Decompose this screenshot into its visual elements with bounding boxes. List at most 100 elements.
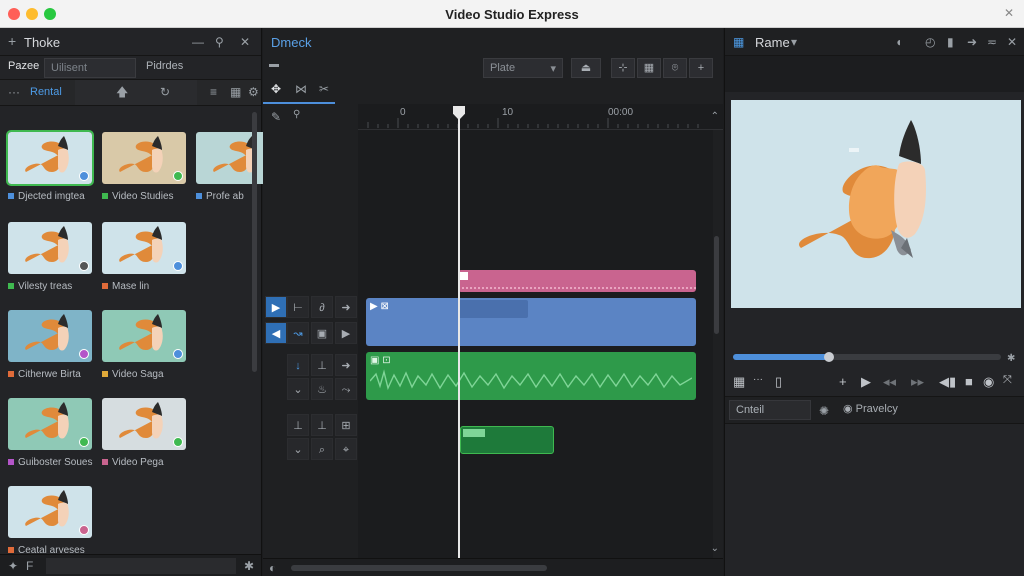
- close-icon[interactable]: ✕: [1004, 6, 1014, 20]
- flag-icon[interactable]: F: [26, 559, 33, 573]
- track-trim-icon[interactable]: ⊢: [287, 296, 309, 318]
- video-preview[interactable]: [731, 100, 1021, 308]
- media-item[interactable]: Ceatal arveses: [8, 486, 92, 556]
- settings-icon[interactable]: ✕: [1007, 35, 1017, 49]
- media-thumbnail[interactable]: [8, 310, 92, 362]
- grid-button[interactable]: ▦: [637, 58, 661, 78]
- audio-clip[interactable]: ▣ ⊡: [366, 352, 696, 400]
- list-view-icon[interactable]: ≡: [210, 85, 217, 99]
- expand-icon[interactable]: ⤧: [1003, 374, 1012, 387]
- filter-rental[interactable]: Rental: [30, 86, 62, 98]
- track-next-icon[interactable]: ➜: [335, 354, 357, 376]
- playback-progress[interactable]: [733, 352, 1001, 362]
- chevron-down-icon[interactable]: ▾: [791, 35, 797, 49]
- scroll-down-icon[interactable]: ⌄: [711, 542, 719, 556]
- media-thumbnail[interactable]: [8, 398, 92, 450]
- media-item[interactable]: Djected imgtea: [6, 130, 94, 202]
- edit-icon[interactable]: ✎: [271, 110, 281, 124]
- marker-button[interactable]: ⌾: [663, 58, 687, 78]
- upload-icon[interactable]: 🡅: [116, 85, 128, 99]
- media-item[interactable]: Guiboster Soues: [8, 398, 93, 468]
- media-item[interactable]: Citherwe Birta: [8, 310, 92, 380]
- step-back-icon[interactable]: ◂◂: [883, 374, 896, 390]
- track-play-icon[interactable]: ▶: [335, 322, 357, 344]
- play-icon[interactable]: ▶: [861, 374, 871, 390]
- progress-knob[interactable]: [824, 352, 835, 362]
- select-tool-icon[interactable]: ✥: [271, 82, 281, 96]
- add-track-button[interactable]: +: [689, 58, 713, 78]
- timeline-scrollbar[interactable]: [714, 236, 719, 334]
- stop-icon[interactable]: ■: [965, 374, 973, 389]
- track-target-icon[interactable]: ⌖: [335, 438, 357, 460]
- prev-frame-icon[interactable]: ◀▮: [939, 374, 956, 390]
- more-icon[interactable]: ···: [8, 85, 20, 99]
- ripple-tool-icon[interactable]: ⋈: [295, 82, 307, 96]
- time-ruler[interactable]: 0 10 00:00: [358, 104, 723, 130]
- refresh-icon[interactable]: ↻: [160, 85, 170, 99]
- media-item[interactable]: Video Pega: [102, 398, 186, 468]
- pin-icon[interactable]: ⚲: [215, 35, 224, 49]
- media-thumbnail[interactable]: [8, 486, 92, 538]
- export-icon[interactable]: ➜: [967, 35, 977, 49]
- fullscreen-icon[interactable]: ◉: [983, 374, 994, 390]
- media-thumbnail[interactable]: [8, 222, 92, 274]
- video-subclip[interactable]: [458, 300, 528, 318]
- scroll-up-icon[interactable]: ⌃: [711, 110, 719, 124]
- playhead[interactable]: [453, 106, 465, 558]
- clip-name-field[interactable]: Cnteil: [729, 400, 811, 420]
- add-marker-icon[interactable]: +: [839, 374, 847, 389]
- split-button[interactable]: ⊹: [611, 58, 635, 78]
- add-icon[interactable]: +: [8, 34, 16, 48]
- media-item[interactable]: Mase lin: [102, 222, 186, 292]
- media-thumbnail[interactable]: [102, 310, 186, 362]
- audio-icon[interactable]: ◐: [269, 561, 276, 575]
- loop-icon[interactable]: ▯: [775, 374, 782, 390]
- step-forward-icon[interactable]: ▸▸: [911, 374, 924, 390]
- more-icon[interactable]: ···: [753, 374, 763, 385]
- track-forward-icon[interactable]: ➜: [335, 296, 357, 318]
- zoom-dropdown[interactable]: Plate ▾: [483, 58, 563, 78]
- media-search-input[interactable]: Uilisent: [44, 58, 136, 78]
- media-item[interactable]: Video Saga: [102, 310, 186, 380]
- track-fx-icon[interactable]: ⊞: [335, 414, 357, 436]
- media-scrollbar[interactable]: [252, 112, 257, 372]
- effect-clip[interactable]: [460, 426, 554, 454]
- track-link-icon[interactable]: ∂: [311, 296, 333, 318]
- track-box-icon[interactable]: ▣: [311, 322, 333, 344]
- track-wave-icon[interactable]: ↝: [287, 322, 309, 344]
- dash-icon[interactable]: ≂: [987, 35, 997, 49]
- more-icon[interactable]: ▬: [269, 58, 279, 72]
- link-icon[interactable]: ⚲: [293, 108, 300, 122]
- media-item[interactable]: Video Studies: [102, 132, 186, 202]
- sun-icon[interactable]: ✺: [819, 404, 829, 418]
- track-align-icon[interactable]: ⊥: [287, 414, 309, 436]
- privacy-toggle[interactable]: ◉ Pravelcy: [843, 402, 898, 415]
- track-down-icon[interactable]: ↓: [287, 354, 309, 376]
- minimize-panel-icon[interactable]: —: [192, 35, 204, 49]
- razor-tool-icon[interactable]: ✂: [319, 82, 329, 96]
- tab-pidrdes[interactable]: Pidrdes: [146, 60, 183, 72]
- title-clip[interactable]: [458, 270, 696, 292]
- close-panel-icon[interactable]: ✕: [240, 35, 250, 49]
- track-align2-icon[interactable]: ⊥: [311, 414, 333, 436]
- gear-icon[interactable]: ✱: [244, 559, 254, 573]
- audio-toggle-icon[interactable]: ◖: [895, 35, 902, 49]
- track-expand-icon[interactable]: ⌄: [287, 378, 309, 400]
- media-item[interactable]: Vilesty treas: [8, 222, 92, 292]
- track-speed-icon[interactable]: ♨: [311, 378, 333, 400]
- timeline-area[interactable]: ▶ ⊠ ▣ ⊡: [358, 130, 713, 558]
- track-back-icon[interactable]: ◀: [265, 322, 287, 344]
- media-thumbnail[interactable]: [102, 398, 186, 450]
- viewer-title[interactable]: Rame: [755, 35, 790, 50]
- star-icon[interactable]: ✱: [1007, 352, 1015, 366]
- settings-icon[interactable]: ⚙: [248, 85, 259, 99]
- grid-view-icon[interactable]: ▦: [230, 85, 241, 99]
- media-thumbnail[interactable]: [6, 130, 94, 186]
- pin-icon[interactable]: ✦: [8, 559, 18, 573]
- horizontal-scrollbar[interactable]: [291, 565, 547, 571]
- media-thumbnail[interactable]: [102, 132, 186, 184]
- tab-pazee[interactable]: Pazee: [8, 60, 39, 72]
- track-lock-icon[interactable]: ⊥: [311, 354, 333, 376]
- video-clip[interactable]: ▶ ⊠: [366, 298, 696, 346]
- track-volume-icon[interactable]: ⤳: [335, 378, 357, 400]
